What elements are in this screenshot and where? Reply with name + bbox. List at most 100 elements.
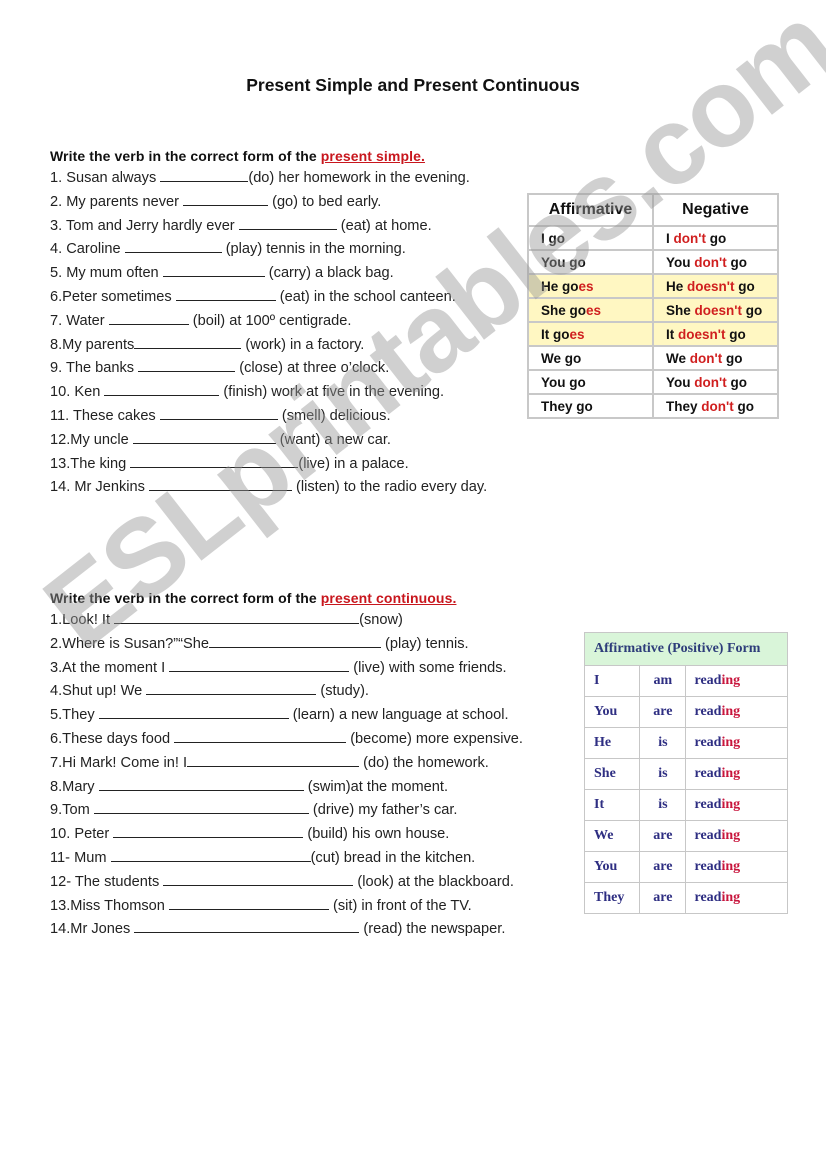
header-affirmative-positive-form: Affirmative (Positive) Form xyxy=(584,632,788,666)
verb-ending: ing xyxy=(721,735,741,750)
item-prompt: 10. Ken xyxy=(50,384,105,401)
exercise-list-continuous: 1.Look! It (snow) 2.Where is Susan?”“She … xyxy=(50,609,523,942)
exercise-item: 4. Caroline (play) tennis in the morning… xyxy=(50,238,487,262)
present-continuous-table: Affirmative (Positive) Form Iam reading Yo… xyxy=(583,632,788,914)
item-prompt: 13.Miss Thomson xyxy=(50,897,169,914)
answer-blank[interactable] xyxy=(98,777,304,791)
table-row: They are reading xyxy=(583,882,788,914)
answer-blank[interactable] xyxy=(93,800,309,815)
item-verb-hint: (want) a new car. xyxy=(275,431,391,448)
answer-blank[interactable] xyxy=(98,705,289,720)
affirmative-text: She go xyxy=(541,302,587,318)
answer-blank[interactable] xyxy=(175,287,276,301)
answer-blank[interactable] xyxy=(114,610,360,624)
item-verb-hint: (do) the homework. xyxy=(359,754,489,771)
exercise-item: 2.Where is Susan?”“She (play) tennis. xyxy=(50,633,523,657)
negative-auxiliary: doesn't xyxy=(678,326,726,342)
table-row: It is reading xyxy=(583,789,788,821)
item-prompt: 6.Peter sometimes xyxy=(50,288,176,305)
verb-ending: ing xyxy=(721,704,741,719)
answer-blank[interactable] xyxy=(130,454,299,468)
verb-cell: reading xyxy=(685,851,788,883)
answer-blank[interactable] xyxy=(124,239,222,254)
answer-blank[interactable] xyxy=(148,477,292,492)
affirmative-text: You go xyxy=(541,374,586,390)
verb-stem: read xyxy=(694,797,722,812)
instruction-text: Write the verb in the correct form of th… xyxy=(50,590,321,606)
exercise-item: 9.Tom (drive) my father’s car. xyxy=(50,799,523,823)
item-prompt: 5.They xyxy=(50,707,99,724)
header-negative: Negative xyxy=(654,195,777,225)
present-simple-table: Affirmative Negative I go I don't go You g… xyxy=(527,193,779,419)
answer-blank[interactable] xyxy=(132,430,276,444)
exercise-item: 2. My parents never (go) to bed early. xyxy=(50,191,487,215)
exercise-item: 7.Hi Mark! Come in! I (do) the homework. xyxy=(50,752,523,776)
affirmative-cell: It goes xyxy=(529,323,652,345)
verb-ending: ing xyxy=(721,859,741,874)
answer-blank[interactable] xyxy=(169,658,350,672)
answer-blank[interactable] xyxy=(108,311,189,325)
auxiliary-cell: am xyxy=(639,665,687,697)
answer-blank[interactable] xyxy=(168,896,329,910)
table-row: It goes It doesn't go xyxy=(529,323,777,345)
verb-stem: read xyxy=(694,766,722,781)
answer-blank[interactable] xyxy=(209,634,381,648)
answer-blank[interactable] xyxy=(110,848,311,862)
subject-text: You xyxy=(666,374,695,390)
answer-blank[interactable] xyxy=(183,192,269,206)
table-row: You go You don't go xyxy=(529,251,777,273)
subject-text: I xyxy=(666,230,674,246)
affirmative-cell: You go xyxy=(529,371,652,393)
answer-blank[interactable] xyxy=(104,382,220,397)
verb-cell: reading xyxy=(685,696,788,728)
item-prompt: 2. My parents never xyxy=(50,193,184,210)
answer-blank[interactable] xyxy=(159,406,278,420)
exercise-list-simple: 1. Susan always (do) her homework in the… xyxy=(50,167,487,500)
auxiliary-cell: is xyxy=(639,758,687,790)
answer-blank[interactable] xyxy=(113,824,304,839)
answer-blank[interactable] xyxy=(174,729,347,743)
answer-blank[interactable] xyxy=(160,168,249,182)
subject-text: They xyxy=(666,398,702,414)
table-row: You are reading xyxy=(583,851,788,883)
answer-blank[interactable] xyxy=(162,263,265,278)
table-row: She goes She doesn't go xyxy=(529,299,777,321)
item-prompt: 10. Peter xyxy=(50,826,114,843)
answer-blank[interactable] xyxy=(146,681,317,696)
negative-cell: She doesn't go xyxy=(654,299,777,321)
exercise-item: 13.The king (live) in a palace. xyxy=(50,453,487,477)
verb-ending: ing xyxy=(721,673,741,688)
auxiliary-cell: are xyxy=(639,820,687,852)
negative-cell: You don't go xyxy=(654,251,777,273)
item-verb-hint: (close) at three o’clock. xyxy=(235,360,390,377)
answer-blank[interactable] xyxy=(134,335,242,349)
verb-text: go xyxy=(734,278,755,294)
answer-blank[interactable] xyxy=(187,753,360,767)
answer-blank[interactable] xyxy=(138,358,236,373)
answer-blank[interactable] xyxy=(163,872,354,886)
item-verb-hint: (cut) bread in the kitchen. xyxy=(310,849,476,866)
exercise-item: 10. Ken (finish) work at five in the eve… xyxy=(50,381,487,405)
verb-stem: read xyxy=(694,673,722,688)
answer-blank[interactable] xyxy=(238,216,337,230)
verb-ending: es xyxy=(578,278,594,294)
affirmative-cell: We go xyxy=(529,347,652,369)
item-verb-hint: (do) her homework in the evening. xyxy=(248,170,470,186)
item-prompt: 1. Susan always xyxy=(50,170,161,186)
affirmative-cell: I go xyxy=(529,227,652,249)
table-row: Iam reading xyxy=(583,665,788,697)
instruction-highlight: present continuous. xyxy=(320,590,457,606)
affirmative-text: I go xyxy=(541,230,565,246)
present-continuous-exercise: Write the verb in the correct form of th… xyxy=(50,587,523,942)
item-verb-hint: (carry) a black bag. xyxy=(264,265,394,282)
item-prompt: 2.Where is Susan?”“She xyxy=(50,635,209,652)
negative-cell: You don't go xyxy=(654,371,777,393)
exercise-item: 12- The students (look) at the blackboar… xyxy=(50,871,523,895)
verb-text: go xyxy=(741,302,763,318)
answer-blank[interactable] xyxy=(134,919,360,934)
exercise-item: 8.Mary (swim)at the moment. xyxy=(50,776,523,800)
exercise-item: 7. Water (boil) at 100º centigrade. xyxy=(50,310,487,334)
verb-ending: ing xyxy=(721,890,741,905)
subject-cell: They xyxy=(583,882,641,914)
table-row: We are reading xyxy=(583,820,788,852)
